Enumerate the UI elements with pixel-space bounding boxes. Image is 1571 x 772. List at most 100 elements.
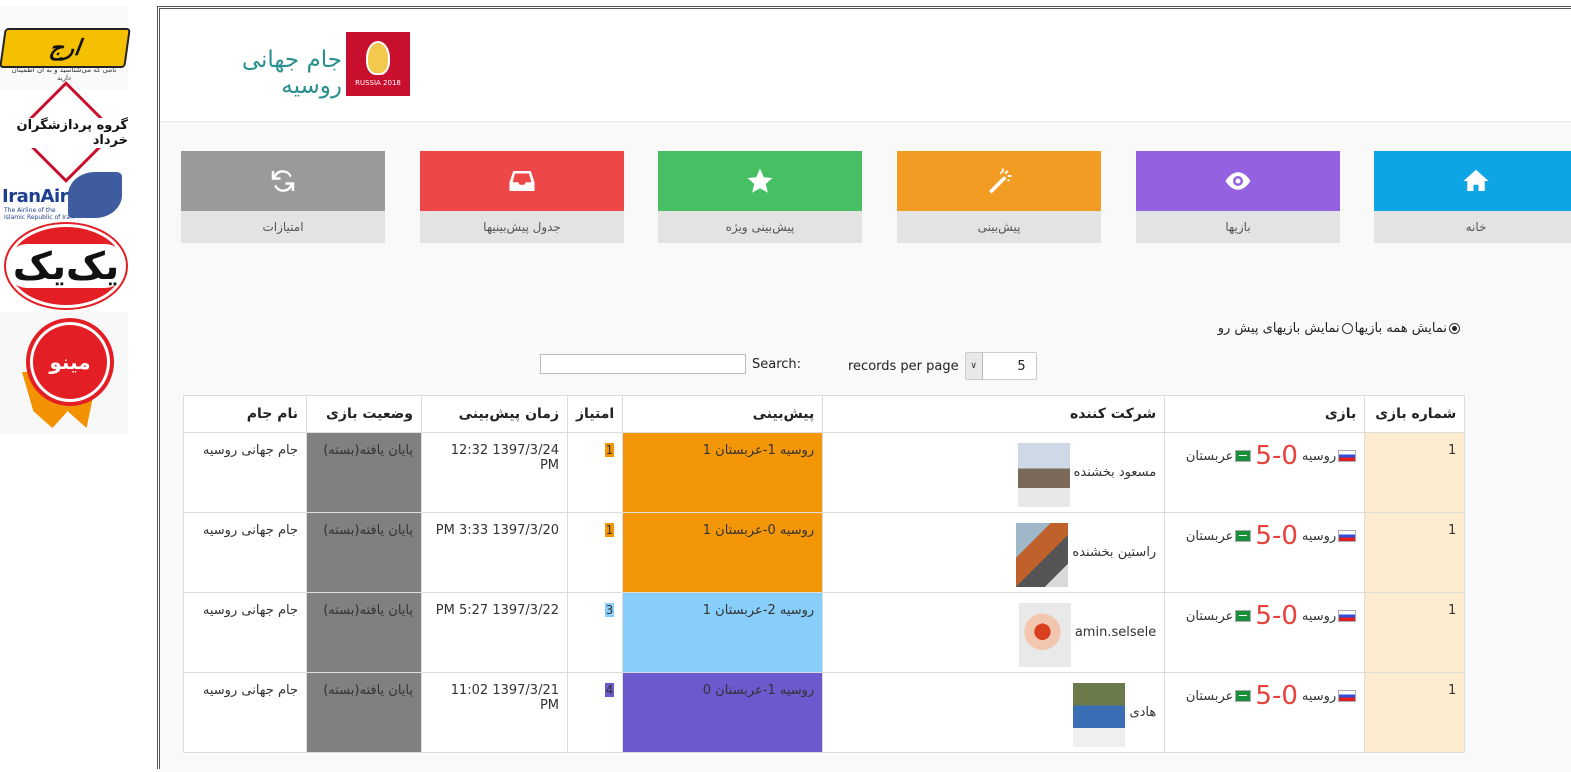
content-area: خانه بازیها پیش‌بینی پیش‌بینی ویژه جدول … — [160, 122, 1571, 772]
sponsor-arj-logo[interactable]: ارج نامی که می‌شناسید و به آن اطمینان دا… — [0, 6, 131, 90]
tile-special-label: پیش‌بینی ویژه — [658, 211, 862, 243]
table-row: 1 روسیه 5-0 عربستان هادی روسیه 1-عربستان… — [183, 672, 1466, 753]
col-header-points[interactable]: امتیاز — [566, 395, 624, 433]
col-header-status[interactable]: وضعیت بازی — [306, 395, 422, 433]
col-header-prediction[interactable]: پیش‌بینی — [622, 395, 824, 433]
tile-table-label: جدول پیش‌بینیها — [420, 211, 624, 243]
col-header-participant[interactable]: شرکت کننده — [822, 395, 1166, 433]
sponsor-yekyek-logo[interactable]: یک‌یک — [0, 222, 128, 308]
cell-match: روسیه 5-0 عربستان — [1164, 672, 1366, 753]
saudi-flag-icon — [1235, 450, 1252, 462]
cell-cup: جام جهانی روسیه — [183, 512, 307, 593]
cell-participant: مسعود بخشنده — [822, 432, 1166, 513]
sponsor-khordad-logo[interactable]: گروه پردازشگران خرداد — [0, 81, 128, 183]
participant-name[interactable]: مسعود بخشنده — [1074, 465, 1157, 480]
cell-cup: جام جهانی روسیه — [183, 592, 307, 673]
cell-points: 3 — [566, 592, 624, 673]
match-score: 5-0 — [1255, 601, 1298, 631]
magic-wand-icon — [989, 168, 1012, 194]
match-score: 5-0 — [1255, 521, 1298, 551]
search-input[interactable] — [540, 354, 746, 374]
russia-flag-icon — [1338, 530, 1357, 542]
arj-badge: ارج — [0, 28, 131, 68]
col-header-cup[interactable]: نام جام — [183, 395, 307, 433]
world-cup-logo[interactable]: RUSSIA 2018 — [346, 32, 410, 96]
site-title[interactable]: جام جهانی روسیه — [180, 47, 342, 99]
tile-prediction[interactable]: پیش‌بینی — [897, 151, 1101, 243]
tile-special-prediction[interactable]: پیش‌بینی ویژه — [658, 151, 862, 243]
col-header-num[interactable]: شماره بازی — [1364, 395, 1466, 433]
saudi-flag-icon — [1235, 690, 1252, 702]
table-row: 1 روسیه 5-0 عربستان مسعود بخشنده روسیه 1… — [183, 432, 1466, 513]
away-team: عربستان — [1185, 608, 1234, 624]
cell-match: روسیه 5-0 عربستان — [1164, 432, 1366, 513]
table-header-row: شماره بازی بازی شرکت کننده پیش‌بینی امتی… — [183, 395, 1466, 433]
cell-match-number: 1 — [1364, 512, 1466, 593]
cell-points: 1 — [566, 512, 624, 593]
match-summary: روسیه 5-0 عربستان — [1173, 443, 1357, 469]
sponsor-iranair-logo[interactable]: IranAir The Airline of the Islamic Repub… — [0, 170, 128, 221]
page-header: RUSSIA 2018 جام جهانی روسیه — [160, 9, 1571, 122]
cell-time: 1397/3/24 12:32 PM — [421, 432, 568, 513]
cell-match: روسیه 5-0 عربستان — [1164, 592, 1366, 673]
tile-special-top — [658, 151, 862, 211]
match-score: 5-0 — [1255, 681, 1298, 711]
cell-status: پایان یافته(بسته) — [306, 592, 422, 673]
avatar[interactable] — [1017, 443, 1070, 507]
participant-name[interactable]: amin.selsele — [1075, 625, 1156, 640]
cell-status: پایان یافته(بسته) — [306, 432, 422, 513]
home-team: روسیه — [1301, 608, 1337, 624]
iranair-wordmark: IranAir — [2, 186, 69, 207]
arj-tagline: نامی که می‌شناسید و به آن اطمینان دارید — [11, 66, 117, 82]
avatar[interactable] — [1073, 683, 1126, 747]
points-badge: 1 — [604, 443, 615, 457]
col-header-time[interactable]: زمان پیش‌بینی — [421, 395, 568, 433]
radio-show-all-label[interactable]: نمایش همه بازیها — [1355, 321, 1447, 336]
tile-games[interactable]: بازیها — [1136, 151, 1340, 243]
sponsor-minoo-logo[interactable]: مینو — [0, 312, 128, 434]
away-team: عربستان — [1185, 688, 1234, 704]
col-header-match[interactable]: بازی — [1164, 395, 1366, 433]
saudi-flag-icon — [1235, 530, 1252, 542]
tile-scores-top — [181, 151, 385, 211]
records-per-page-select[interactable]: ∨ 5 — [964, 352, 1037, 380]
cell-prediction: روسیه 2-عربستان 1 — [622, 592, 824, 673]
points-badge: 1 — [604, 523, 615, 537]
avatar[interactable] — [1016, 523, 1069, 587]
homa-bird-icon — [68, 172, 122, 218]
tile-predictions-table[interactable]: جدول پیش‌بینیها — [420, 151, 624, 243]
match-summary: روسیه 5-0 عربستان — [1173, 681, 1357, 711]
tile-scores-label: امتیازات — [181, 211, 385, 243]
eye-icon — [1225, 172, 1251, 190]
cell-participant: هادی — [822, 672, 1166, 753]
logo-caption: RUSSIA 2018 — [355, 79, 401, 87]
tile-home[interactable]: خانه — [1374, 151, 1571, 243]
russia-flag-icon — [1338, 690, 1357, 702]
tile-scores[interactable]: امتیازات — [181, 151, 385, 243]
search-box: Search: — [540, 354, 801, 374]
participant-name[interactable]: راستین بخشنده — [1072, 545, 1156, 560]
participant: هادی — [831, 683, 1156, 747]
cell-points: 4 — [566, 672, 624, 753]
participant: مسعود بخشنده — [831, 443, 1156, 507]
participant: amin.selsele — [831, 603, 1156, 667]
cell-prediction: روسیه 0-عربستان 1 — [622, 512, 824, 593]
records-per-page-label: records per page — [848, 358, 959, 374]
cell-time: 1397/3/20 3:33 PM — [421, 512, 568, 593]
radio-show-upcoming[interactable] — [1341, 323, 1353, 334]
participant-name[interactable]: هادی — [1129, 705, 1156, 720]
cell-participant: amin.selsele — [822, 592, 1166, 673]
radio-show-all[interactable] — [1449, 323, 1460, 334]
cell-time: 1397/3/22 5:27 PM — [421, 592, 568, 673]
minoo-name: مینو — [49, 350, 91, 374]
tile-games-label: بازیها — [1136, 211, 1340, 243]
filter-radio-group: نمایش همه بازیها نمایش بازیهای پیش رو — [1196, 321, 1460, 336]
radio-show-upcoming-label[interactable]: نمایش بازیهای پیش رو — [1218, 321, 1340, 336]
cell-match-number: 1 — [1364, 672, 1466, 753]
cell-time: 1397/3/21 11:02 PM — [421, 672, 568, 753]
yekyek-name: یک‌یک — [6, 244, 126, 288]
yekyek-circle: یک‌یک — [6, 224, 126, 308]
tile-table-top — [420, 151, 624, 211]
russia-flag-icon — [1338, 610, 1357, 622]
avatar[interactable] — [1018, 603, 1071, 667]
